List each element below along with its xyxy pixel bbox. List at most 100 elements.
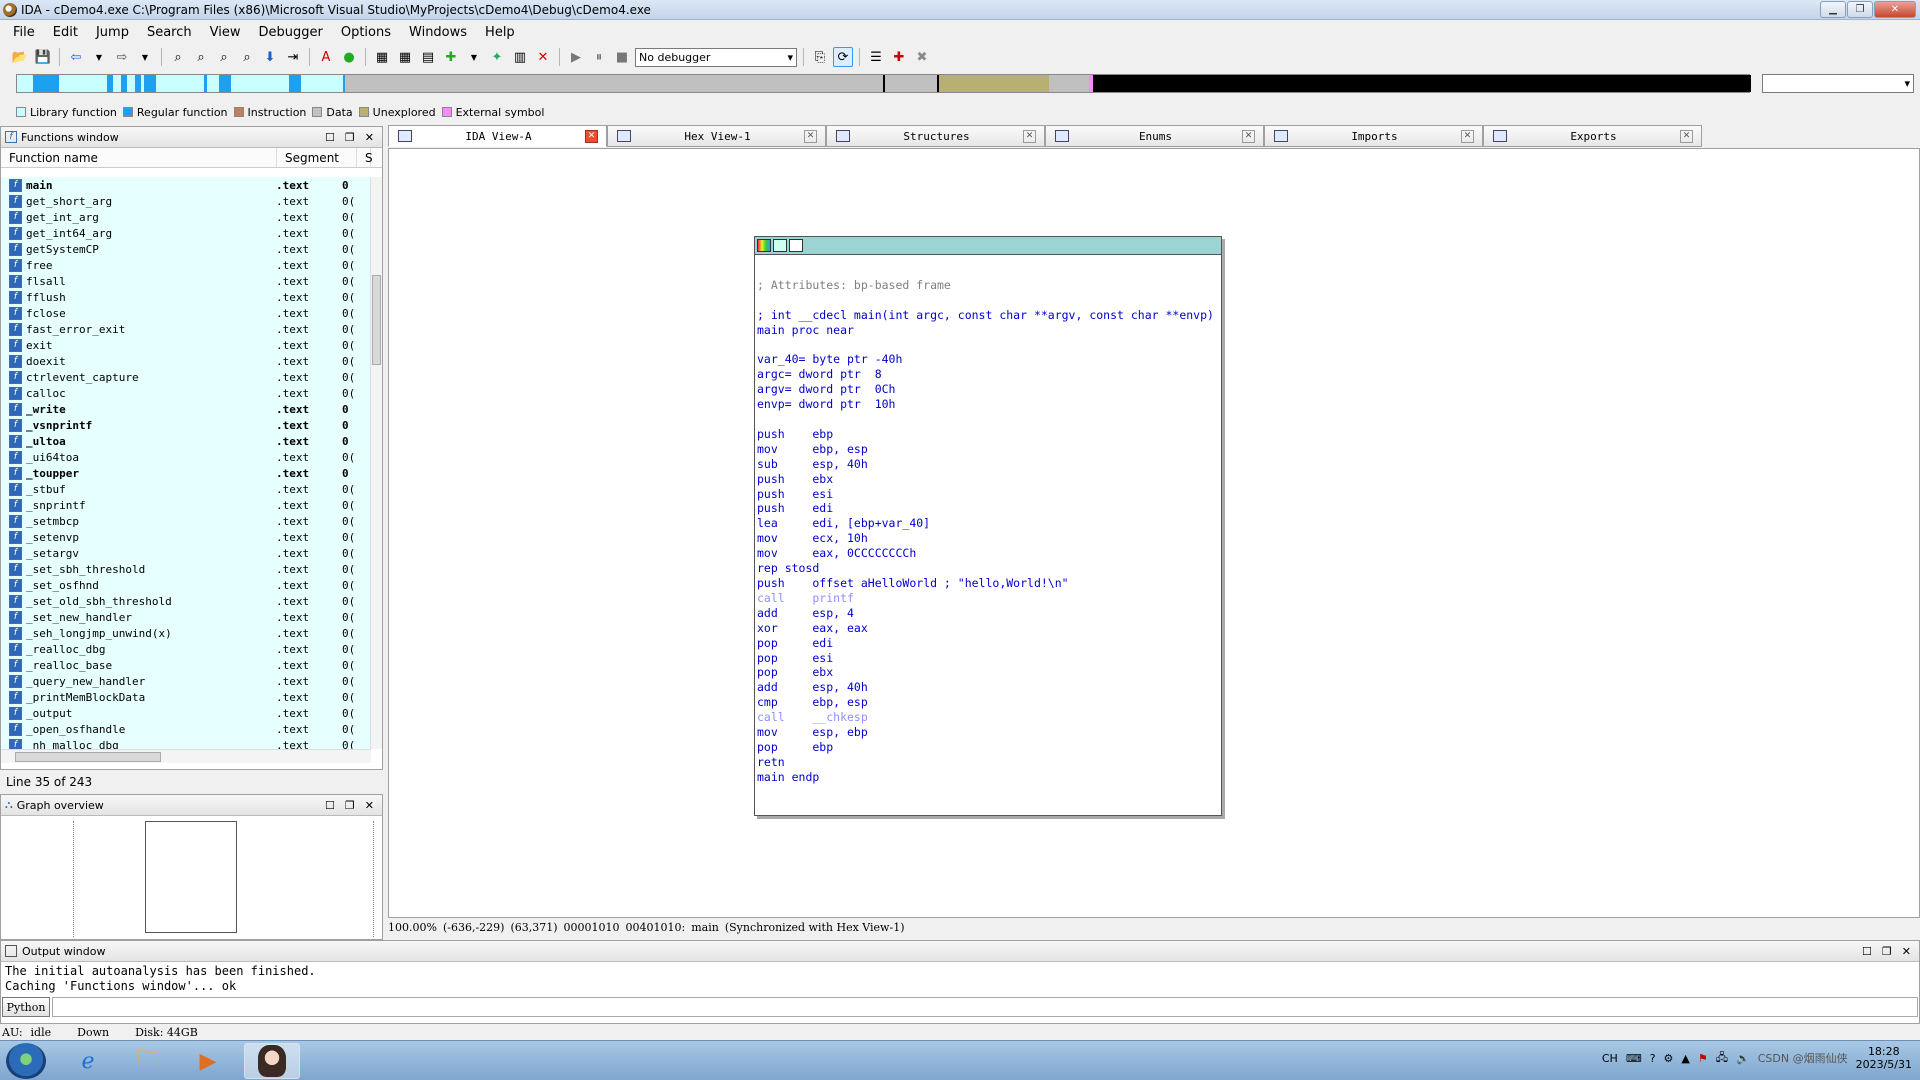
close-tab-icon[interactable]: ✕ <box>804 129 817 143</box>
debugger-select[interactable]: No debugger ▾ <box>635 47 797 67</box>
binary-search-icon[interactable]: ⌕ <box>168 47 188 67</box>
code-icon[interactable]: ▤ <box>418 47 438 67</box>
function-row[interactable]: f _snprintf .text 0( <box>1 497 371 513</box>
menu-item-options[interactable]: Options <box>332 25 400 40</box>
function-row[interactable]: f _ui64toa .text 0( <box>1 449 371 465</box>
disasm-line[interactable]: mov ecx, 10h <box>757 531 1219 546</box>
ie-icon[interactable]: ℯ <box>60 1043 116 1079</box>
disasm-line[interactable]: xor eax, eax <box>757 621 1219 636</box>
disasm-line[interactable]: main proc near <box>757 323 1219 338</box>
close-window-button[interactable]: ✕ <box>1874 1 1916 18</box>
disasm-line[interactable] <box>757 338 1219 353</box>
tab-structures[interactable]: Structures ✕ <box>826 125 1045 147</box>
tab-ida-view-a[interactable]: IDA View-A ✕ <box>388 125 607 147</box>
navigation-strip[interactable] <box>16 74 1751 93</box>
disasm-line[interactable]: sub esp, 40h <box>757 457 1219 472</box>
graph-mode-icon[interactable]: ● <box>339 47 359 67</box>
function-row[interactable]: f flsall .text 0( <box>1 273 371 289</box>
disasm-line[interactable]: pop ebx <box>757 665 1219 680</box>
jump-address-icon[interactable]: ⇥ <box>283 47 303 67</box>
horizontal-scrollbar[interactable] <box>1 749 371 763</box>
restore-icon[interactable]: ☐ <box>325 799 335 812</box>
disasm-line[interactable]: ; Attributes: bp-based frame <box>757 278 1219 293</box>
close-icon[interactable]: ✕ <box>1902 945 1911 958</box>
disasm-line[interactable]: var_40= byte ptr -40h <box>757 352 1219 367</box>
graph-overview-viewport[interactable] <box>145 821 237 933</box>
run-icon[interactable]: ▶ <box>566 47 586 67</box>
disasm-line[interactable]: pop edi <box>757 636 1219 651</box>
xref-icon[interactable]: ✚ <box>441 47 461 67</box>
close-tab-icon[interactable]: ✕ <box>585 129 598 143</box>
disasm-line[interactable]: ; int __cdecl main(int argc, const char … <box>757 308 1219 323</box>
save-icon[interactable]: 💾 <box>33 47 53 67</box>
function-row[interactable]: f _realloc_dbg .text 0( <box>1 641 371 657</box>
menu-item-edit[interactable]: Edit <box>44 25 87 40</box>
disasm-line[interactable]: main endp <box>757 770 1219 785</box>
jump-down-icon[interactable]: ⬇ <box>260 47 280 67</box>
menu-item-jump[interactable]: Jump <box>87 25 138 40</box>
function-row[interactable]: f _set_old_sbh_threshold .text 0( <box>1 593 371 609</box>
function-row[interactable]: f main .text 0 <box>1 177 371 193</box>
function-row[interactable]: f _realloc_base .text 0( <box>1 657 371 673</box>
float-icon[interactable]: ❐ <box>345 799 355 812</box>
function-row[interactable]: f fflush .text 0( <box>1 289 371 305</box>
disasm-line[interactable]: argc= dword ptr 8 <box>757 367 1219 382</box>
menu-item-windows[interactable]: Windows <box>400 25 476 40</box>
disassembly-listing[interactable]: ; Attributes: bp-based frame ; int __cdec… <box>755 255 1221 785</box>
close-tab-icon[interactable]: ✕ <box>1023 129 1036 143</box>
disasm-line[interactable]: push esi <box>757 487 1219 502</box>
menu-item-view[interactable]: View <box>201 25 250 40</box>
dropdown-icon[interactable]: ▼ <box>135 47 155 67</box>
function-row[interactable]: f free .text 0( <box>1 257 371 273</box>
disasm-line[interactable]: push edi <box>757 501 1219 516</box>
function-row[interactable]: f get_int64_arg .text 0( <box>1 225 371 241</box>
function-row[interactable]: f _setargv .text 0( <box>1 545 371 561</box>
next-search-icon[interactable]: ⌕ <box>237 47 257 67</box>
delete-icon[interactable]: ✕ <box>533 47 553 67</box>
function-row[interactable]: f _printMemBlockData .text 0( <box>1 689 371 705</box>
function-row[interactable]: f _toupper .text 0 <box>1 465 371 481</box>
function-row[interactable]: f ctrlevent_capture .text 0( <box>1 369 371 385</box>
flag-icon[interactable]: ⚑ <box>1698 1052 1708 1065</box>
close-icon[interactable]: ✕ <box>365 799 374 812</box>
disasm-line[interactable]: push ebx <box>757 472 1219 487</box>
tab-hex-view-1[interactable]: Hex View-1 ✕ <box>607 125 826 147</box>
disasm-line[interactable] <box>757 263 1219 278</box>
help-icon[interactable]: ? <box>1650 1052 1656 1065</box>
minimize-button[interactable]: ▁ <box>1820 1 1846 18</box>
function-row[interactable]: f _output .text 0( <box>1 705 371 721</box>
edit-segment-icon[interactable]: ▦ <box>395 47 415 67</box>
close-tab-icon[interactable]: ✕ <box>1680 129 1693 143</box>
function-row[interactable]: f _setenvp .text 0( <box>1 529 371 545</box>
column-segment[interactable]: Segment <box>277 148 357 167</box>
graph-node-main[interactable]: ; Attributes: bp-based frame ; int __cdec… <box>754 236 1222 816</box>
text-search-icon[interactable]: ⌕ <box>191 47 211 67</box>
stop-icon[interactable]: ■ <box>612 47 632 67</box>
function-row[interactable]: f _set_sbh_threshold .text 0( <box>1 561 371 577</box>
media-player-icon[interactable]: ▶ <box>180 1043 236 1079</box>
scroll-thumb[interactable] <box>372 275 381 365</box>
close-tab-icon[interactable]: ✕ <box>1242 129 1255 143</box>
attach-icon[interactable]: ⎘ <box>810 47 830 67</box>
function-row[interactable]: f fclose .text 0( <box>1 305 371 321</box>
tab-imports[interactable]: Imports ✕ <box>1264 125 1483 147</box>
add-breakpoint-icon[interactable]: ✚ <box>889 47 909 67</box>
menu-item-debugger[interactable]: Debugger <box>249 25 331 40</box>
keyboard-icon[interactable]: ⌨ <box>1626 1052 1642 1065</box>
ida-taskbar-icon[interactable] <box>244 1043 300 1079</box>
disasm-line[interactable]: mov eax, 0CCCCCCCCh <box>757 546 1219 561</box>
tray-expand-icon[interactable]: ▲ <box>1681 1052 1689 1065</box>
disasm-line[interactable]: add esp, 4 <box>757 606 1219 621</box>
function-row[interactable]: f get_int_arg .text 0( <box>1 209 371 225</box>
node-color-icon[interactable] <box>757 239 771 252</box>
disasm-line[interactable]: argv= dword ptr 0Ch <box>757 382 1219 397</box>
disasm-line[interactable]: mov ebp, esp <box>757 442 1219 457</box>
language-indicator[interactable]: CH <box>1602 1052 1618 1065</box>
remove-breakpoint-icon[interactable]: ✖ <box>912 47 932 67</box>
volume-icon[interactable]: 🔈 <box>1736 1052 1750 1065</box>
disasm-line[interactable] <box>757 293 1219 308</box>
column-s[interactable]: S <box>357 148 373 167</box>
disasm-line[interactable]: envp= dword ptr 10h <box>757 397 1219 412</box>
disasm-line[interactable]: pop esi <box>757 651 1219 666</box>
add-segment-icon[interactable]: ▦ <box>372 47 392 67</box>
